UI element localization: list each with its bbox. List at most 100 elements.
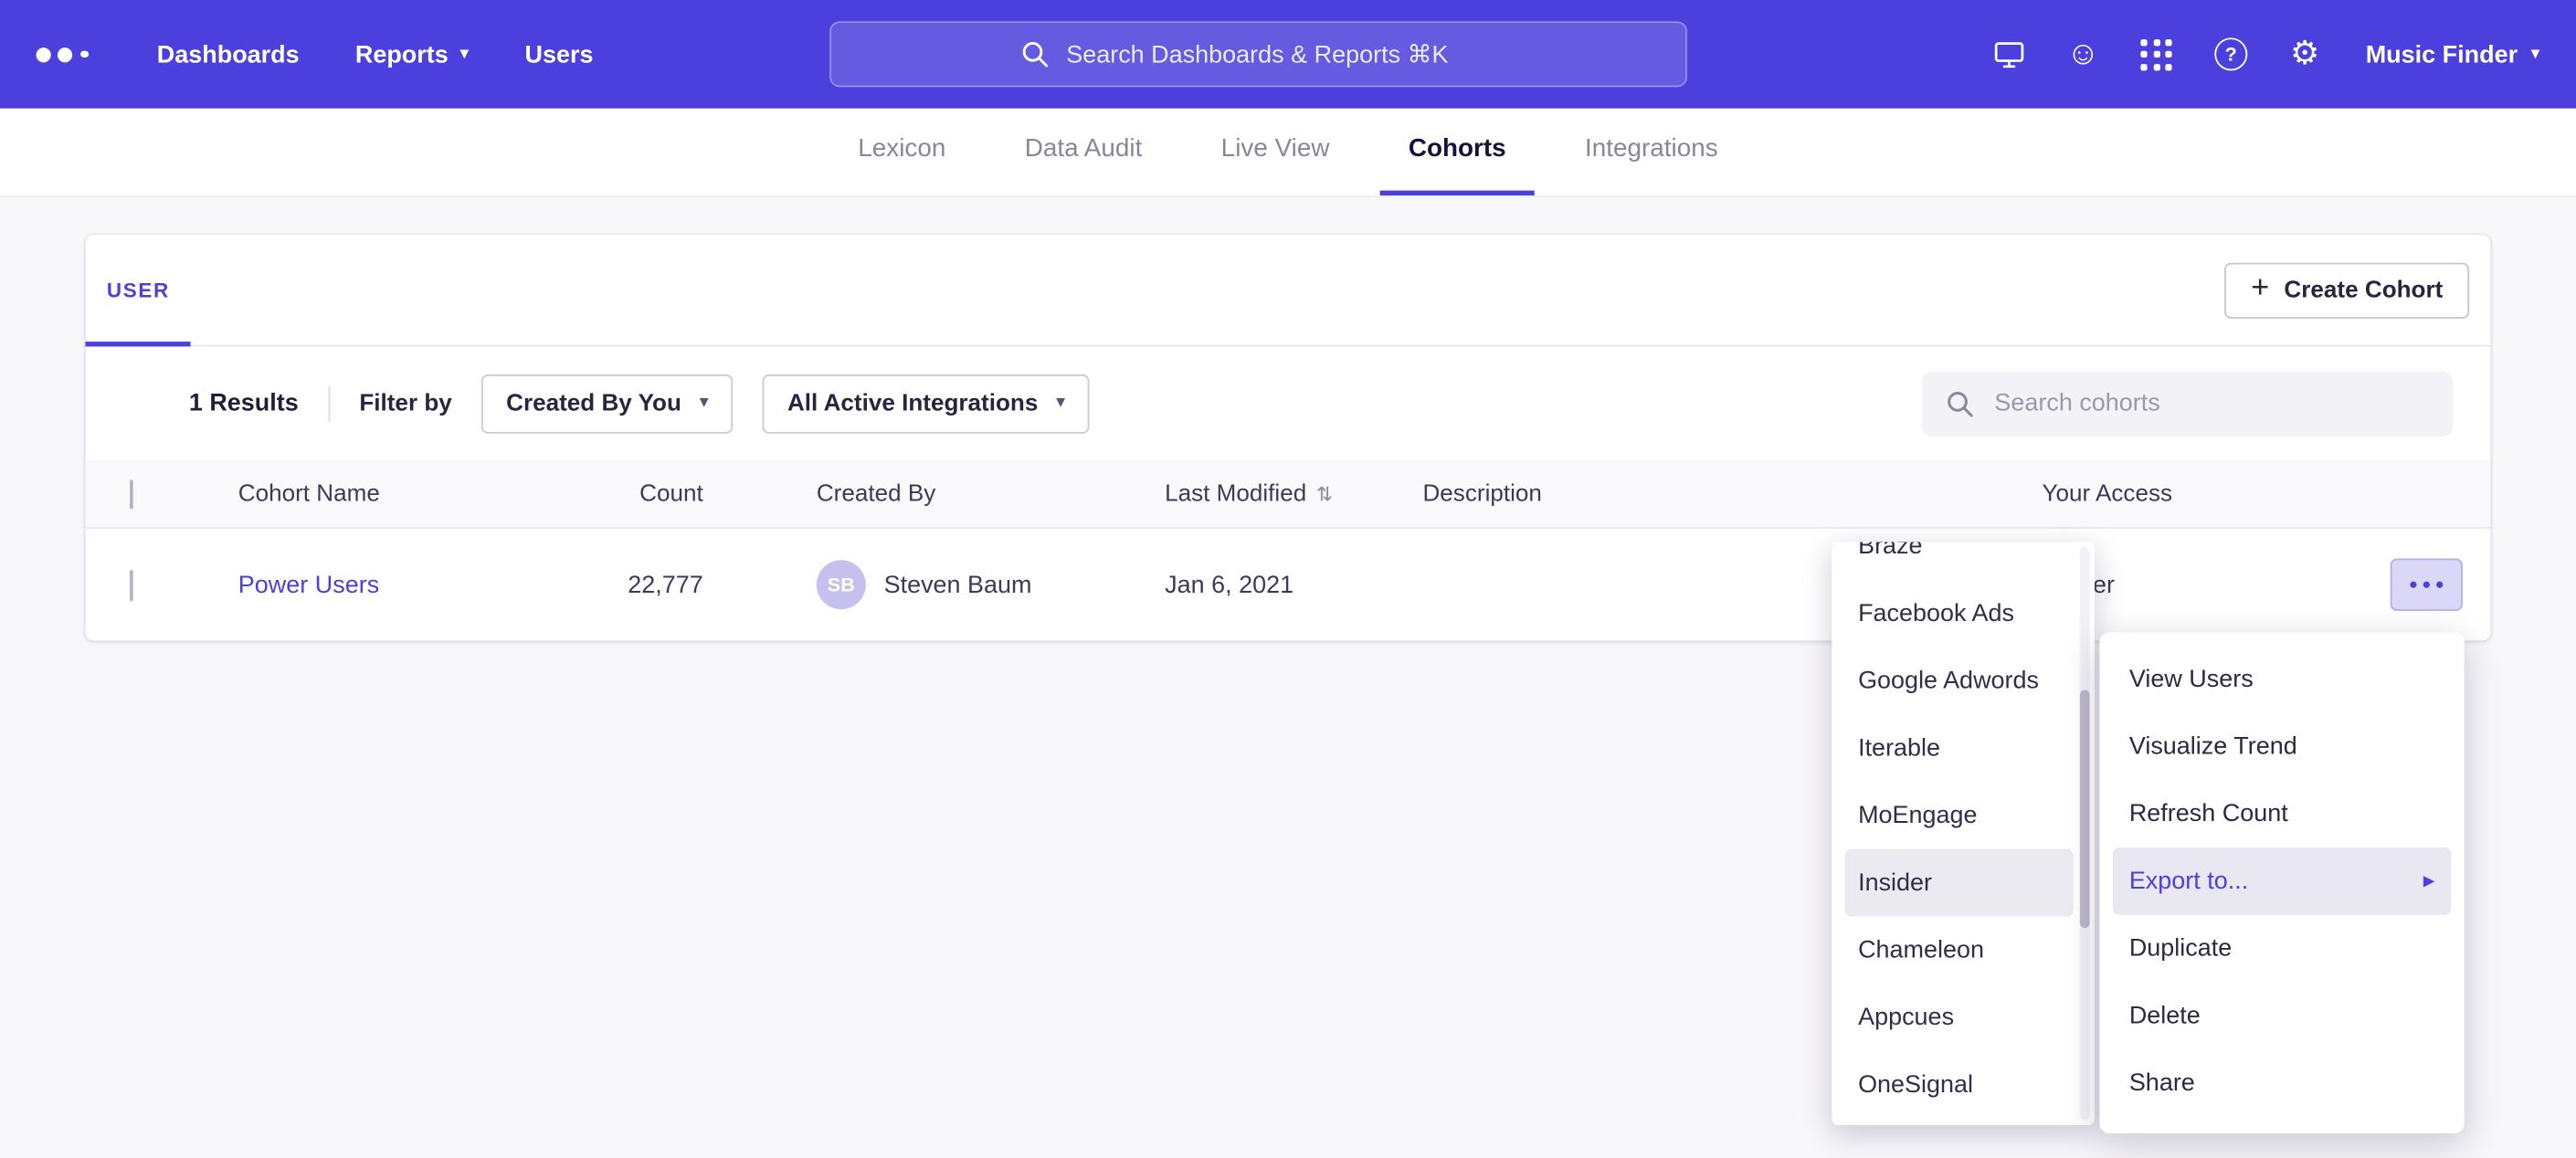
nav-reports[interactable]: Reports ▾ — [355, 40, 469, 68]
menu-item-label: View Users — [2129, 665, 2254, 693]
mixpanel-logo[interactable] — [37, 47, 89, 61]
cohort-name-link[interactable]: Power Users — [238, 571, 475, 599]
col-last-modified: Last Modified ⇅ — [1165, 480, 1422, 507]
nav-dashboards[interactable]: Dashboards — [157, 40, 300, 68]
created-by-filter-label: Created By You — [506, 390, 681, 416]
cohorts-card-header: USER + Create Cohort — [86, 235, 2491, 346]
cohort-context-list: View Users Visualize Trend Refresh Count… — [2099, 646, 2464, 1117]
sort-icon[interactable]: ⇅ — [1316, 482, 1333, 505]
row-checkbox[interactable] — [130, 569, 133, 600]
menu-item-share[interactable]: Share — [2113, 1049, 2451, 1117]
filter-bar: 1 Results Filter by Created By You ▾ All… — [86, 346, 2491, 459]
search-icon — [1945, 388, 1974, 417]
section-tabs: Lexicon Data Audit Live View Cohorts Int… — [0, 109, 2576, 197]
created-by-name: Steven Baum — [884, 571, 1032, 599]
plus-icon: + — [2251, 271, 2269, 308]
tab-integrations[interactable]: Integrations — [1557, 109, 1746, 195]
menu-item-insider[interactable]: Insider — [1845, 849, 2074, 917]
scrollbar-thumb[interactable] — [2080, 690, 2090, 928]
col-cohort-name: Cohort Name — [238, 480, 475, 507]
tab-cohorts[interactable]: Cohorts — [1380, 109, 1534, 195]
row-actions-button[interactable] — [2391, 558, 2463, 611]
workspace-switcher[interactable]: Music Finder ▾ — [2366, 40, 2540, 68]
create-cohort-button[interactable]: + Create Cohort — [2224, 263, 2469, 319]
select-all-checkbox[interactable] — [130, 479, 133, 508]
top-nav-right: ☺ ? ⚙ Music Finder ▾ — [1990, 0, 2540, 109]
create-cohort-label: Create Cohort — [2284, 278, 2443, 304]
caret-down-icon: ▾ — [1056, 395, 1065, 413]
primary-nav: Dashboards Reports ▾ Users — [157, 40, 594, 68]
menu-item-google-adwords[interactable]: Google Adwords — [1845, 647, 2074, 715]
menu-item-label: Share — [2129, 1069, 2195, 1098]
menu-item-appcues[interactable]: Appcues — [1845, 984, 2074, 1051]
table-header: Cohort Name Count Created By Last Modifi… — [86, 460, 2491, 530]
logo-dot — [80, 50, 88, 58]
app-window: Dashboards Reports ▾ Users — [0, 0, 2576, 1158]
workspace-name: Music Finder — [2366, 40, 2518, 68]
menu-item-iterable[interactable]: Iterable — [1845, 714, 2074, 782]
dot-icon — [2436, 581, 2444, 588]
menu-item-refresh-count[interactable]: Refresh Count — [2113, 780, 2451, 847]
tab-user-cohorts[interactable]: USER — [107, 279, 170, 301]
tab-live-view[interactable]: Live View — [1193, 109, 1357, 195]
submenu-arrow-icon: ▶ — [2423, 872, 2434, 890]
menu-item-chameleon[interactable]: Chameleon — [1845, 917, 2074, 984]
divider — [328, 385, 330, 422]
menu-item-onesignal[interactable]: OneSignal — [1845, 1051, 2074, 1119]
search-icon — [1020, 39, 1050, 68]
feedback-smiley-icon[interactable]: ☺ — [2064, 35, 2103, 74]
filter-by-label: Filter by — [359, 390, 451, 416]
export-integrations-submenu: Braze Facebook Ads Google Adwords Iterab… — [1832, 542, 2095, 1124]
nav-dashboards-label: Dashboards — [157, 40, 300, 68]
created-by-cell: SB Steven Baum — [703, 560, 1165, 609]
tab-lexicon[interactable]: Lexicon — [830, 109, 974, 195]
caret-down-icon: ▾ — [700, 395, 709, 413]
created-by-filter-dropdown[interactable]: Created By You ▾ — [481, 374, 733, 433]
logo-dot — [58, 47, 72, 61]
menu-item-label: Export to... — [2129, 868, 2248, 896]
caret-down-icon: ▾ — [2530, 45, 2539, 63]
data-management-glyph — [1991, 37, 2028, 73]
avatar: SB — [817, 560, 866, 609]
menu-item-export-to[interactable]: Export to... ▶ — [2113, 847, 2451, 915]
last-modified-cell: Jan 6, 2021 — [1165, 571, 1422, 599]
apps-grid-icon[interactable] — [2138, 35, 2177, 74]
question-mark-glyph: ? — [2214, 37, 2247, 70]
menu-item-braze[interactable]: Braze — [1845, 542, 2074, 579]
grid-dots-glyph — [2141, 38, 2172, 69]
cohort-search-input[interactable] — [1922, 371, 2453, 437]
global-search-input[interactable] — [1066, 40, 1496, 68]
tab-data-audit[interactable]: Data Audit — [997, 109, 1170, 195]
menu-item-label: Refresh Count — [2129, 800, 2288, 828]
results-count: 1 Results — [189, 389, 299, 417]
integrations-filter-label: All Active Integrations — [787, 390, 1038, 416]
col-your-access: Your Access — [2042, 480, 2390, 507]
col-created-by: Created By — [703, 480, 1165, 507]
integrations-filter-dropdown[interactable]: All Active Integrations ▾ — [763, 374, 1090, 433]
menu-item-view-users[interactable]: View Users — [2113, 646, 2451, 713]
col-description: Description — [1422, 480, 2042, 507]
cohort-search — [1922, 371, 2453, 437]
cohort-count: 22,777 — [475, 571, 703, 599]
menu-item-delete[interactable]: Delete — [2113, 982, 2451, 1049]
nav-users-label: Users — [524, 40, 593, 68]
menu-item-label: Delete — [2129, 1002, 2201, 1030]
export-integrations-list: Braze Facebook Ads Google Adwords Iterab… — [1832, 542, 2095, 1118]
menu-item-label: Visualize Trend — [2129, 732, 2297, 761]
menu-item-visualize-trend[interactable]: Visualize Trend — [2113, 713, 2451, 781]
data-management-icon[interactable] — [1990, 35, 2029, 74]
top-nav: Dashboards Reports ▾ Users — [0, 0, 2576, 109]
col-count: Count — [475, 480, 703, 507]
menu-item-moengage[interactable]: MoEngage — [1845, 782, 2074, 849]
cohorts-card: USER + Create Cohort 1 Results Filter by… — [86, 235, 2491, 640]
settings-gear-icon[interactable]: ⚙ — [2286, 35, 2325, 74]
menu-item-facebook-ads[interactable]: Facebook Ads — [1845, 580, 2074, 647]
menu-item-duplicate[interactable]: Duplicate — [2113, 915, 2451, 983]
nav-users[interactable]: Users — [524, 40, 593, 68]
global-search[interactable] — [829, 21, 1687, 87]
help-icon[interactable]: ? — [2212, 35, 2251, 74]
col-last-modified-label: Last Modified — [1165, 480, 1306, 507]
dot-icon — [2423, 581, 2430, 588]
active-tab-underline — [86, 342, 191, 346]
logo-dot — [37, 47, 51, 61]
